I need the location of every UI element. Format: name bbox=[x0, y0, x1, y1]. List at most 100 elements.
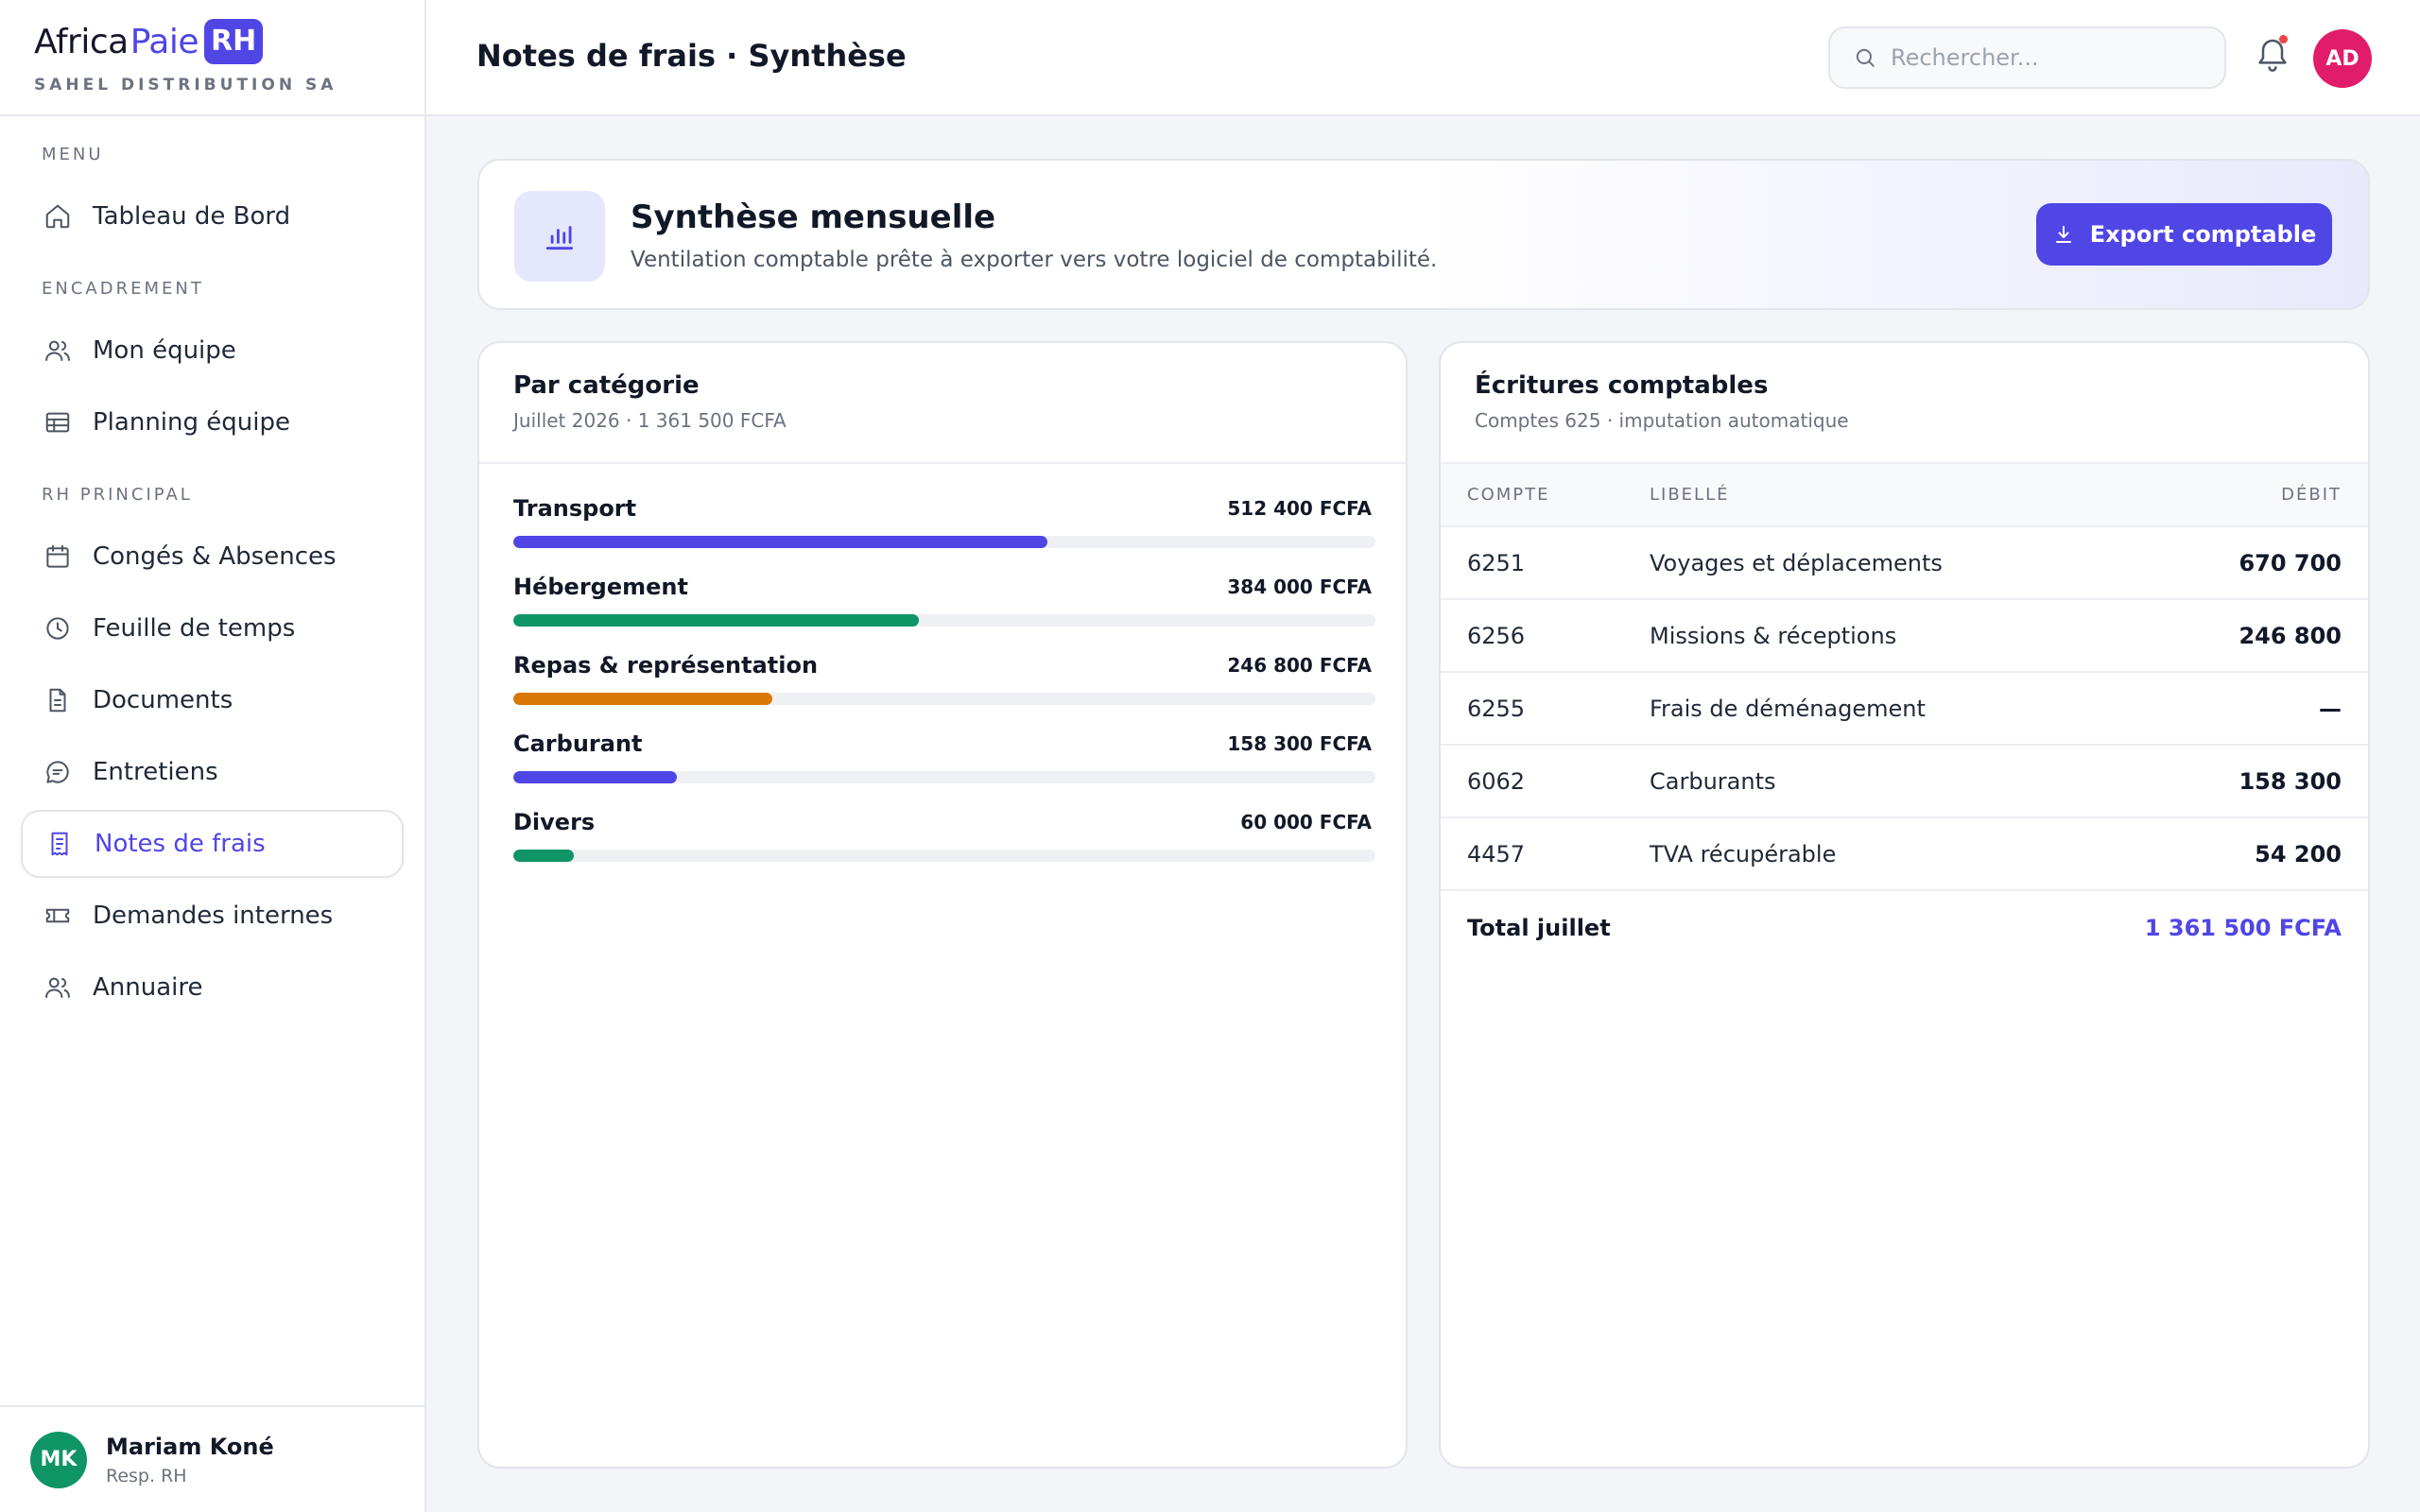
category-name: Transport bbox=[513, 495, 637, 522]
sidebar-item-label: Planning équipe bbox=[93, 408, 290, 437]
search-icon bbox=[1853, 45, 1877, 70]
entries-card-subtitle: Comptes 625 · imputation automatique bbox=[1475, 409, 1849, 432]
category-bar-track bbox=[513, 693, 1375, 705]
calendar-icon bbox=[42, 541, 74, 573]
category-name: Repas & représentation bbox=[513, 652, 819, 679]
sidebar-item-documents[interactable]: Documents bbox=[21, 666, 404, 734]
category-bar-track bbox=[513, 614, 1375, 627]
category-bar-track bbox=[513, 536, 1375, 548]
category-bar-track bbox=[513, 850, 1375, 862]
company-name: SAHEL DISTRIBUTION SA bbox=[34, 76, 337, 94]
nav-section-rh-principal: RH PRINCIPAL bbox=[42, 485, 193, 505]
nav-section-encadrement: ENCADREMENT bbox=[42, 279, 204, 299]
category-item: Hébergement 384 000 FCFA bbox=[513, 573, 1375, 651]
account-avatar[interactable]: AD bbox=[2313, 29, 2372, 88]
debit-value: 246 800 bbox=[2238, 622, 2342, 649]
category-item: Carburant 158 300 FCFA bbox=[513, 730, 1375, 808]
total-value: 1 361 500 FCFA bbox=[2144, 914, 2342, 941]
sidebar-item-planning-equipe[interactable]: Planning équipe bbox=[21, 388, 404, 456]
account-label: Missions & réceptions bbox=[1650, 622, 1897, 649]
entries-card-title: Écritures comptables bbox=[1475, 371, 1769, 400]
sidebar-item-label: Notes de frais bbox=[95, 830, 266, 858]
category-item: Repas & représentation 246 800 FCFA bbox=[513, 651, 1375, 730]
total-label: Total juillet bbox=[1467, 914, 1611, 941]
sidebar-item-mon-equipe[interactable]: Mon équipe bbox=[21, 317, 404, 385]
category-amount: 158 300 FCFA bbox=[1227, 732, 1372, 755]
sidebar-item-feuille-de-temps[interactable]: Feuille de temps bbox=[21, 594, 404, 662]
document-icon bbox=[42, 684, 74, 716]
debit-value: — bbox=[2319, 695, 2342, 722]
category-card-subtitle: Juillet 2026 · 1 361 500 FCFA bbox=[513, 409, 786, 432]
table-row[interactable]: 4457 TVA récupérable 54 200 bbox=[1441, 818, 2368, 891]
current-user[interactable]: MK Mariam Koné Resp. RH bbox=[0, 1405, 424, 1512]
category-amount: 246 800 FCFA bbox=[1227, 654, 1372, 677]
user-role: Resp. RH bbox=[106, 1465, 187, 1486]
account-number: 6062 bbox=[1467, 767, 1526, 795]
bell-icon bbox=[2254, 39, 2291, 79]
category-item: Transport 512 400 FCFA bbox=[513, 494, 1375, 573]
brand-block: Africa Paie RH SAHEL DISTRIBUTION SA bbox=[0, 0, 424, 116]
sidebar-item-label: Congés & Absences bbox=[93, 542, 337, 571]
export-button-label: Export comptable bbox=[2089, 221, 2317, 248]
search-box[interactable] bbox=[1828, 26, 2226, 89]
bar-chart-icon bbox=[514, 191, 605, 282]
page-title: Notes de frais · Synthèse bbox=[476, 38, 907, 74]
sidebar-item-demandes-internes[interactable]: Demandes internes bbox=[21, 882, 404, 950]
sidebar: Africa Paie RH SAHEL DISTRIBUTION SA MEN… bbox=[0, 0, 426, 1512]
entries-card-header: Écritures comptables Comptes 625 · imput… bbox=[1441, 343, 2368, 464]
account-label: Carburants bbox=[1650, 767, 1776, 795]
account-label: Voyages et déplacements bbox=[1650, 549, 1943, 576]
sidebar-item-label: Tableau de Bord bbox=[93, 202, 291, 231]
home-icon bbox=[42, 200, 74, 232]
table-row[interactable]: 6256 Missions & réceptions 246 800 bbox=[1441, 600, 2368, 673]
debit-value: 158 300 bbox=[2238, 767, 2342, 795]
chat-bubble-icon bbox=[42, 756, 74, 788]
notifications-button[interactable] bbox=[2254, 34, 2291, 76]
table-row[interactable]: 6251 Voyages et déplacements 670 700 bbox=[1441, 527, 2368, 600]
logo[interactable]: Africa Paie RH bbox=[34, 17, 424, 66]
search-input[interactable] bbox=[1891, 44, 2193, 71]
category-bar-fill bbox=[513, 536, 1048, 548]
ticket-icon bbox=[42, 900, 74, 932]
sidebar-item-annuaire[interactable]: Annuaire bbox=[21, 954, 404, 1022]
sidebar-item-label: Feuille de temps bbox=[93, 614, 296, 643]
debit-value: 670 700 bbox=[2238, 549, 2342, 576]
column-header-label: LIBELLÉ bbox=[1650, 485, 1730, 505]
table-header: COMPTE LIBELLÉ DÉBIT bbox=[1441, 464, 2368, 527]
sidebar-item-label: Annuaire bbox=[93, 973, 203, 1002]
sidebar-item-label: Documents bbox=[93, 686, 233, 714]
banner-title: Synthèse mensuelle bbox=[631, 198, 996, 236]
download-icon bbox=[2052, 223, 2075, 246]
category-item: Divers 60 000 FCFA bbox=[513, 808, 1375, 886]
entries-card: Écritures comptables Comptes 625 · imput… bbox=[1439, 341, 2370, 1469]
sidebar-item-notes-de-frais[interactable]: Notes de frais bbox=[21, 810, 404, 878]
logo-badge-rh: RH bbox=[204, 19, 264, 64]
receipt-icon bbox=[43, 828, 76, 860]
category-amount: 384 000 FCFA bbox=[1227, 576, 1372, 598]
category-bar-fill bbox=[513, 850, 574, 862]
summary-banner: Synthèse mensuelle Ventilation comptable… bbox=[477, 159, 2370, 310]
sidebar-item-conges-absences[interactable]: Congés & Absences bbox=[21, 523, 404, 591]
topbar: Notes de frais · Synthèse AD bbox=[426, 0, 2420, 116]
account-number: 6255 bbox=[1467, 695, 1526, 722]
column-header-debit: DÉBIT bbox=[2281, 485, 2342, 505]
sidebar-item-label: Demandes internes bbox=[93, 902, 334, 930]
account-number: 4457 bbox=[1467, 840, 1526, 868]
sidebar-item-entretiens[interactable]: Entretiens bbox=[21, 738, 404, 806]
account-label: TVA récupérable bbox=[1650, 840, 1837, 868]
category-card-header: Par catégorie Juillet 2026 · 1 361 500 F… bbox=[479, 343, 1406, 464]
table-total-row: Total juillet 1 361 500 FCFA bbox=[1441, 891, 2368, 964]
avatar: MK bbox=[30, 1431, 87, 1488]
category-card-title: Par catégorie bbox=[513, 371, 700, 400]
debit-value: 54 200 bbox=[2255, 840, 2342, 868]
table-row[interactable]: 6255 Frais de déménagement — bbox=[1441, 673, 2368, 746]
export-button[interactable]: Export comptable bbox=[2036, 203, 2332, 266]
table-row[interactable]: 6062 Carburants 158 300 bbox=[1441, 746, 2368, 818]
category-bar-fill bbox=[513, 771, 678, 783]
sidebar-nav: MENU Tableau de Bord ENCADREMENT Mon équ… bbox=[0, 116, 424, 1022]
category-amount: 60 000 FCFA bbox=[1240, 811, 1372, 833]
account-number: 6251 bbox=[1467, 549, 1526, 576]
category-name: Hébergement bbox=[513, 574, 688, 600]
sidebar-item-tableau-de-bord[interactable]: Tableau de Bord bbox=[21, 182, 404, 250]
category-name: Carburant bbox=[513, 730, 643, 757]
